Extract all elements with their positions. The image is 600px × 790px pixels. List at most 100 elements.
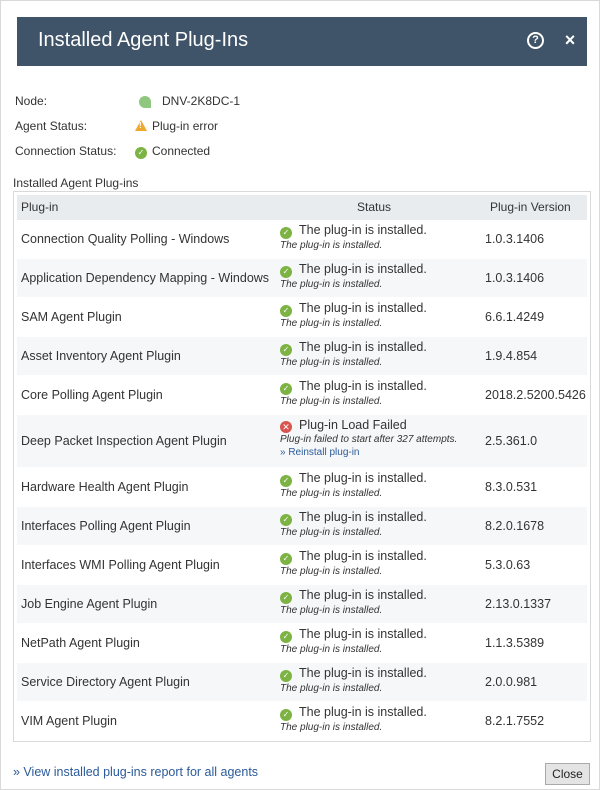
plugin-status: ✓ The plug-in is installed. The plug-in is…	[280, 471, 427, 499]
status-detail: The plug-in is installed.	[280, 357, 383, 368]
status-detail: Plug-in failed to start after 327 attemp…	[280, 434, 458, 445]
status-detail: The plug-in is installed.	[280, 722, 383, 733]
plugin-status: ✓ The plug-in is installed. The plug-in is…	[280, 262, 427, 290]
status-detail: The plug-in is installed.	[280, 318, 383, 329]
status-text: The plug-in is installed.	[299, 588, 427, 602]
status-text: The plug-in is installed.	[299, 705, 427, 719]
node-label: Node:	[15, 94, 48, 108]
node-row: Node: DNV-2K8DC-1	[15, 94, 315, 112]
plugin-version: 2.13.0.1337	[485, 597, 552, 611]
plugin-status: ✓ The plug-in is installed. The plug-in is…	[280, 666, 427, 694]
connection-status-icon-wrap: ✓	[135, 144, 147, 159]
plugin-status: ✓ The plug-in is installed. The plug-in is…	[280, 549, 427, 577]
status-text: The plug-in is installed.	[299, 340, 427, 354]
status-line: ✓ The plug-in is installed.	[280, 666, 427, 682]
status-line: ✓ The plug-in is installed.	[280, 705, 427, 721]
plugin-status: ✓ The plug-in is installed. The plug-in is…	[280, 510, 427, 538]
plugin-version: 8.2.1.7552	[485, 714, 545, 728]
agent-status-label: Agent Status:	[15, 119, 88, 133]
connection-status-value: Connected	[152, 144, 211, 158]
table-row: Hardware Health Agent Plugin ✓ The plug-in…	[17, 468, 587, 507]
plugin-status: ✓ The plug-in is installed. The plug-in is…	[280, 340, 427, 368]
table-row: SAM Agent Plugin ✓ The plug-in is installe…	[17, 298, 587, 337]
status-text: The plug-in is installed.	[299, 627, 427, 641]
error-icon: ✕	[280, 421, 292, 433]
plugin-name: SAM Agent Plugin	[21, 310, 122, 324]
plugins-table: Plug-in Status Plug-in Version Connectio…	[13, 191, 591, 742]
plugin-version: 1.0.3.1406	[485, 271, 545, 285]
plugin-status: ✓ The plug-in is installed. The plug-in is…	[280, 379, 427, 407]
table-row: NetPath Agent Plugin ✓ The plug-in is inst…	[17, 624, 587, 663]
table-row: Connection Quality Polling - Windows ✓ The…	[17, 220, 587, 259]
close-button[interactable]: Close	[545, 763, 590, 785]
status-detail: The plug-in is installed.	[280, 396, 383, 407]
status-detail: The plug-in is installed.	[280, 683, 383, 694]
check-icon: ✓	[280, 631, 292, 643]
plugin-name: Interfaces WMI Polling Agent Plugin	[21, 558, 220, 572]
plugin-name: Asset Inventory Agent Plugin	[21, 349, 181, 363]
check-icon: ✓	[280, 383, 292, 395]
status-text: Plug-in Load Failed	[299, 418, 407, 432]
status-line: ✓ The plug-in is installed.	[280, 471, 427, 487]
plugin-version: 1.9.4.854	[485, 349, 538, 363]
status-text: The plug-in is installed.	[299, 301, 427, 315]
plugin-version: 5.3.0.63	[485, 558, 531, 572]
status-line: ✓ The plug-in is installed.	[280, 379, 427, 395]
reinstall-plugin-link[interactable]: » Reinstall plug-in	[280, 447, 457, 458]
check-icon: ✓	[280, 227, 292, 239]
status-text: The plug-in is installed.	[299, 549, 427, 563]
status-line: ✓ The plug-in is installed.	[280, 223, 427, 239]
connection-status-label: Connection Status:	[15, 144, 117, 158]
plugin-name: Service Directory Agent Plugin	[21, 675, 190, 689]
status-detail: The plug-in is installed.	[280, 566, 383, 577]
status-line: ✓ The plug-in is installed.	[280, 627, 427, 643]
status-text: The plug-in is installed.	[299, 666, 427, 680]
view-report-link[interactable]: » View installed plug-ins report for all…	[13, 765, 258, 779]
table-row: Service Directory Agent Plugin ✓ The plug-…	[17, 663, 587, 702]
check-icon: ✓	[280, 266, 292, 278]
plugin-name: Job Engine Agent Plugin	[21, 597, 158, 611]
status-detail: The plug-in is installed.	[280, 488, 383, 499]
plugin-status: ✓ The plug-in is installed. The plug-in is…	[280, 627, 427, 655]
node-value: DNV-2K8DC-1	[162, 94, 241, 108]
check-icon: ✓	[280, 709, 292, 721]
status-detail: The plug-in is installed.	[280, 644, 383, 655]
dialog-title: Installed Agent Plug-Ins	[38, 29, 249, 51]
plugin-version: 2018.2.5200.5426	[485, 388, 586, 402]
table-row: Job Engine Agent Plugin ✓ The plug-in is i…	[17, 585, 587, 624]
status-detail: The plug-in is installed.	[280, 605, 383, 616]
check-icon: ✓	[280, 475, 292, 487]
plugin-name: Deep Packet Inspection Agent Plugin	[21, 434, 227, 448]
status-line: ✓ The plug-in is installed.	[280, 301, 427, 317]
check-icon: ✓	[280, 592, 292, 604]
help-icon[interactable]: ?	[527, 32, 544, 49]
column-header-status: Status	[357, 200, 392, 214]
status-line: ✓ The plug-in is installed.	[280, 588, 427, 604]
plugin-status: ✓ The plug-in is installed. The plug-in is…	[280, 223, 427, 251]
check-icon: ✓	[280, 514, 292, 526]
table-row: Deep Packet Inspection Agent Plugin ✕ Plug…	[17, 415, 587, 468]
status-line: ✓ The plug-in is installed.	[280, 340, 427, 356]
table-header: Plug-in Status Plug-in Version	[17, 195, 587, 220]
status-detail: The plug-in is installed.	[280, 527, 383, 538]
check-icon: ✓	[280, 305, 292, 317]
agent-status-row: Agent Status: Plug-in error	[15, 119, 315, 137]
column-header-version: Plug-in Version	[490, 200, 571, 214]
plugin-name: Interfaces Polling Agent Plugin	[21, 519, 191, 533]
plugin-status: ✓ The plug-in is installed. The plug-in is…	[280, 705, 427, 733]
plugin-status: ✓ The plug-in is installed. The plug-in is…	[280, 301, 427, 329]
check-icon: ✓	[280, 553, 292, 565]
table-row: Asset Inventory Agent Plugin ✓ The plug-in…	[17, 337, 587, 376]
plugin-name: VIM Agent Plugin	[21, 714, 117, 728]
table-row: Interfaces Polling Agent Plugin ✓ The plug…	[17, 507, 587, 546]
status-text: The plug-in is installed.	[299, 379, 427, 393]
plugin-status: ✕ Plug-in Load Failed Plug-in failed to st…	[280, 418, 457, 458]
connection-status-row: Connection Status: ✓ Connected	[15, 144, 315, 162]
table-row: Interfaces WMI Polling Agent Plugin ✓ The …	[17, 546, 587, 585]
status-detail: The plug-in is installed.	[280, 240, 383, 251]
section-label: Installed Agent Plug-ins	[13, 176, 139, 190]
close-icon[interactable]: ×	[561, 30, 579, 52]
check-icon: ✓	[135, 147, 147, 159]
table-row: Core Polling Agent Plugin ✓ The plug-in is…	[17, 376, 587, 415]
plugin-version: 6.6.1.4249	[485, 310, 545, 324]
